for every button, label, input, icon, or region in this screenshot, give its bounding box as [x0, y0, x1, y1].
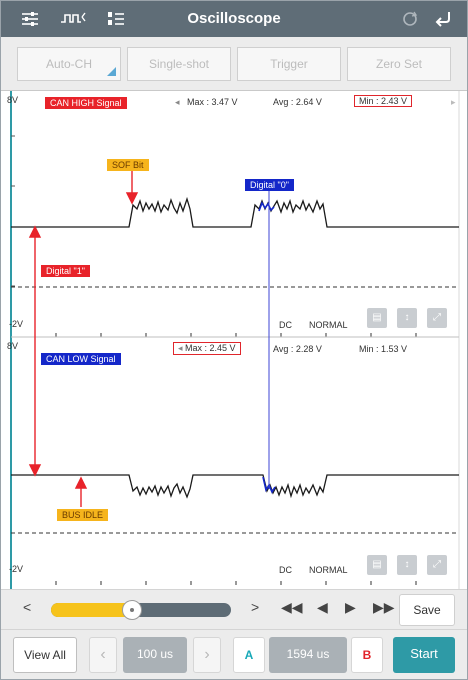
- ch1-scale-bottom: -2V: [9, 319, 24, 329]
- top-bar: Oscilloscope: [1, 1, 467, 37]
- ch1-next-arrow-icon[interactable]: ▸: [451, 97, 456, 108]
- ch2-coupling: DC: [279, 565, 292, 575]
- time-increase-button[interactable]: ›: [193, 637, 221, 673]
- dropdown-corner-icon: [107, 67, 116, 76]
- ch1-avg: Avg : 2.64 V: [273, 97, 322, 107]
- digital-0-tag: Digital "0": [245, 179, 294, 191]
- timeline-fill: [51, 603, 132, 617]
- navigation-bar: View All ‹ 100 us › A 1594 us B Start: [1, 629, 467, 679]
- auto-ch-label: Auto-CH: [45, 57, 92, 71]
- ch1-vertical-icon[interactable]: ↕: [397, 308, 417, 328]
- ch2-prev-arrow-icon[interactable]: ◂: [178, 343, 185, 353]
- ch1-min: Min : 2.43 V: [354, 95, 413, 107]
- can-high-trace: [11, 196, 459, 228]
- cursor-b-button[interactable]: B: [351, 637, 383, 673]
- ch2-expand-icon[interactable]: ⤢: [427, 555, 447, 575]
- ch2-max-box: ◂ Max : 2.45 V: [173, 342, 241, 355]
- ch2-vertical-icon[interactable]: ↕: [397, 555, 417, 575]
- ch2-max: Max : 2.45 V: [185, 343, 236, 353]
- ch1-mode: NORMAL: [309, 320, 348, 330]
- ch1-max: Max : 3.47 V: [187, 97, 238, 107]
- play-icon[interactable]: ▶: [345, 599, 356, 616]
- ch1-bottom-ticks: [55, 333, 417, 337]
- view-all-button[interactable]: View All: [13, 637, 77, 673]
- ch2-color-icon[interactable]: ▤: [367, 555, 387, 575]
- page-title: Oscilloscope: [187, 10, 281, 27]
- ch1-coupling: DC: [279, 320, 292, 330]
- ch1-name: CAN HIGH Signal: [45, 97, 127, 109]
- fast-forward-icon[interactable]: ▶▶: [373, 599, 395, 616]
- ch1-prev-arrow-icon[interactable]: ◂: [175, 97, 180, 108]
- ch2-bottom-ticks: [55, 581, 417, 585]
- scroll-right-icon[interactable]: >: [251, 599, 259, 615]
- sof-arrow: [125, 171, 139, 205]
- oscilloscope-screen: Oscilloscope Auto-CH Single-shot Trigger…: [0, 0, 468, 680]
- time-decrease-button[interactable]: ‹: [89, 637, 117, 673]
- ch2-scale-bottom: -2V: [9, 564, 24, 574]
- scope-display: 8V CAN HIGH Signal ◂ Max : 3.47 V Avg : …: [1, 91, 467, 589]
- step-back-icon[interactable]: ◀: [317, 599, 328, 616]
- back-icon[interactable]: [433, 9, 455, 29]
- mode-toolbar: Auto-CH Single-shot Trigger Zero Set: [1, 37, 467, 91]
- ch1-scale-top: 8V: [7, 95, 19, 105]
- ch2-avg: Avg : 2.28 V: [273, 344, 322, 354]
- digital-1-arrow: [28, 225, 42, 477]
- single-shot-button[interactable]: Single-shot: [127, 47, 231, 81]
- digital-1-tag: Digital "1": [41, 265, 90, 277]
- ch1-expand-icon[interactable]: ⤢: [427, 308, 447, 328]
- scroll-left-icon[interactable]: <: [23, 599, 31, 615]
- save-button[interactable]: Save: [399, 594, 455, 626]
- sof-bit-tag: SOF Bit: [107, 159, 149, 171]
- zero-set-button[interactable]: Zero Set: [347, 47, 451, 81]
- time-div-value: 100 us: [123, 637, 187, 673]
- ch2-mode: NORMAL: [309, 565, 348, 575]
- auto-ch-button[interactable]: Auto-CH: [17, 47, 121, 81]
- trigger-button[interactable]: Trigger: [237, 47, 341, 81]
- ch2-min: Min : 1.53 V: [359, 344, 408, 354]
- rewind-icon[interactable]: ◀◀: [281, 599, 303, 616]
- ch2-name: CAN LOW Signal: [41, 353, 121, 365]
- cursor-delta-value: 1594 us: [269, 637, 347, 673]
- bus-idle-arrow: [74, 476, 88, 507]
- ch1-color-icon[interactable]: ▤: [367, 308, 387, 328]
- ch2-scale-top: 8V: [7, 341, 19, 351]
- start-button[interactable]: Start: [393, 637, 455, 673]
- timeline-slider[interactable]: [51, 600, 231, 620]
- refresh-icon[interactable]: [399, 9, 421, 29]
- digital-0-trace-high: [258, 201, 275, 212]
- bus-idle-tag: BUS IDLE: [57, 509, 109, 521]
- playback-bar: < > ◀◀ ◀ ▶ ▶▶ Save: [1, 589, 467, 629]
- cursor-a-button[interactable]: A: [233, 637, 265, 673]
- timeline-knob[interactable]: [122, 600, 142, 620]
